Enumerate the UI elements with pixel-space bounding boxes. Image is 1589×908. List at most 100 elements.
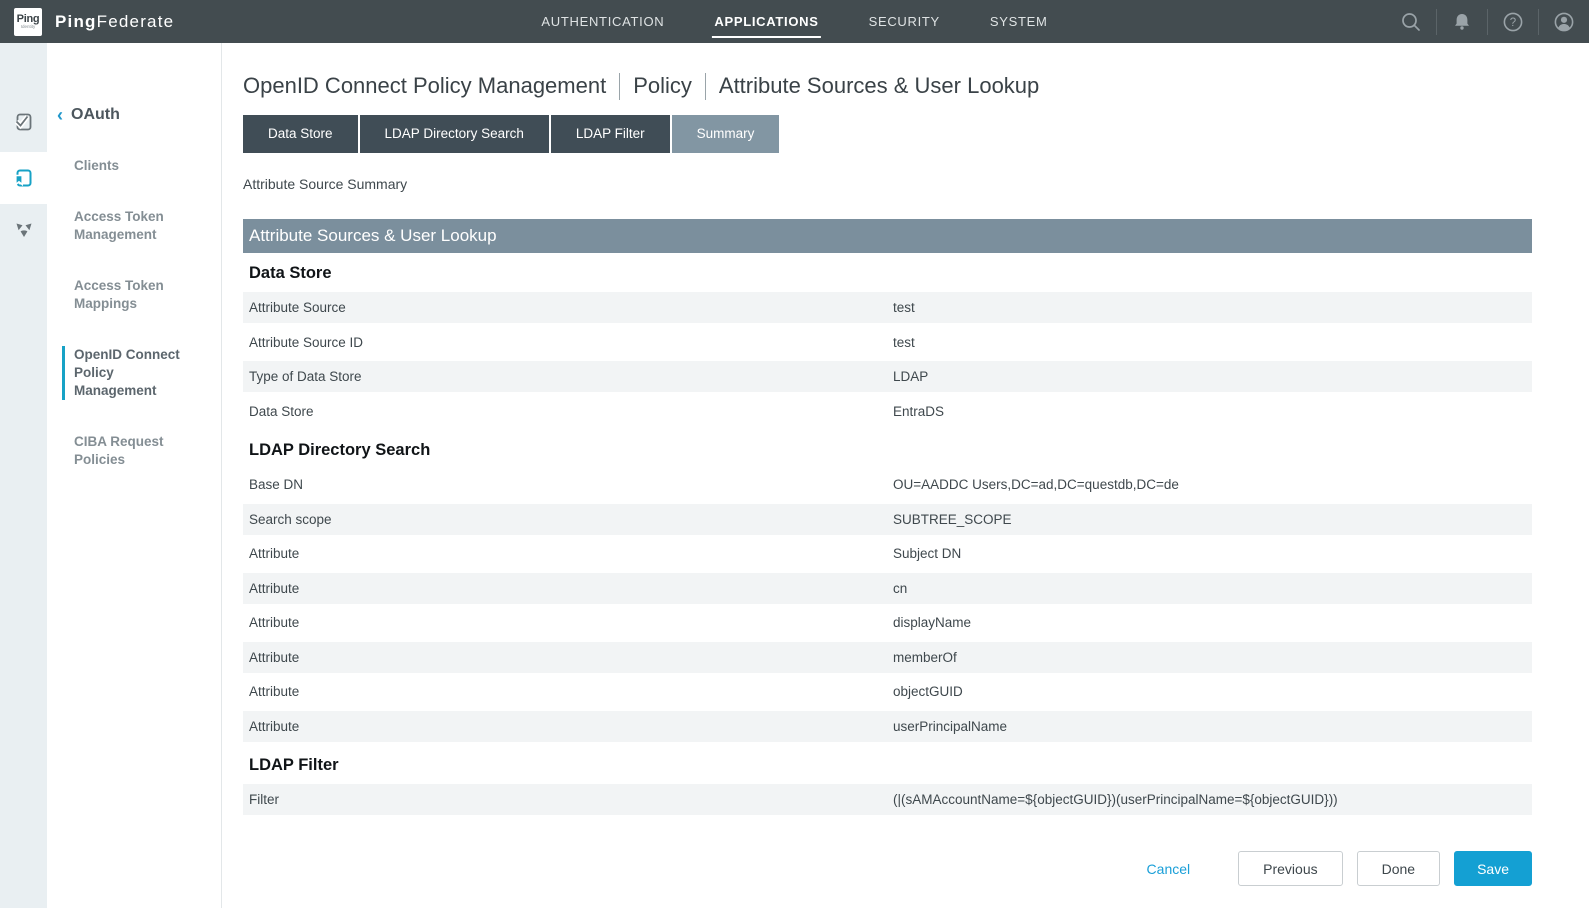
row-value: test <box>893 300 915 315</box>
row-label: Attribute Source ID <box>243 335 893 350</box>
row-label: Data Store <box>243 404 893 419</box>
mappings-icon[interactable] <box>0 204 47 256</box>
row-value: objectGUID <box>893 684 963 699</box>
section-ldap-filter: LDAP FilterFilter(|(sAMAccountName=${obj… <box>243 745 1532 815</box>
breadcrumb-divider <box>619 73 620 100</box>
save-button[interactable]: Save <box>1454 851 1532 886</box>
tab-summary[interactable]: Summary <box>672 115 780 153</box>
summary-label: Attribute Source Summary <box>243 176 1532 192</box>
brand: Ping Identity PingFederate <box>0 8 174 36</box>
divider <box>1436 9 1437 35</box>
notifications-icon[interactable] <box>1450 10 1474 34</box>
summary-row: AttributedisplayName <box>243 607 1532 638</box>
row-label: Attribute <box>243 719 893 734</box>
summary-row: Search scopeSUBTREE_SCOPE <box>243 504 1532 535</box>
row-label: Filter <box>243 792 893 807</box>
section-ldap-directory-search: LDAP Directory SearchBase DNOU=AADDC Use… <box>243 430 1532 742</box>
help-icon[interactable]: ? <box>1501 10 1525 34</box>
sidebar: ‹ OAuth Clients Access Token Management Ac… <box>0 43 222 908</box>
row-value: Subject DN <box>893 546 961 561</box>
row-label: Attribute Source <box>243 300 893 315</box>
row-value: SUBTREE_SCOPE <box>893 512 1012 527</box>
breadcrumb-part: OpenID Connect Policy Management <box>243 71 606 101</box>
nav-system[interactable]: SYSTEM <box>990 0 1048 43</box>
sidebar-item-access-token-mappings[interactable]: Access Token Mappings <box>62 277 197 313</box>
row-label: Attribute <box>243 581 893 596</box>
section-title: LDAP Directory Search <box>243 430 1532 469</box>
sidebar-item-openid-connect-policy-management[interactable]: OpenID Connect Policy Management <box>62 346 197 400</box>
app-title-rest: Federate <box>97 12 175 31</box>
search-icon[interactable] <box>1399 10 1423 34</box>
tab-data-store[interactable]: Data Store <box>243 115 358 153</box>
main-content: OpenID Connect Policy Management Policy At… <box>223 43 1589 908</box>
nav-authentication[interactable]: AUTHENTICATION <box>541 0 664 43</box>
back-label: OAuth <box>71 106 120 124</box>
row-value: userPrincipalName <box>893 719 1007 734</box>
back-to-oauth[interactable]: ‹ OAuth <box>57 106 221 124</box>
summary-row: Attribute Sourcetest <box>243 292 1532 323</box>
row-label: Base DN <box>243 477 893 492</box>
row-value: OU=AADDC Users,DC=ad,DC=questdb,DC=de <box>893 477 1179 492</box>
row-label: Type of Data Store <box>243 369 893 384</box>
page-title: OpenID Connect Policy Management Policy At… <box>243 71 1532 101</box>
row-value: EntraDS <box>893 404 944 419</box>
section-title: LDAP Filter <box>243 745 1532 784</box>
summary-row: AttributememberOf <box>243 642 1532 673</box>
summary-row: Data StoreEntraDS <box>243 396 1532 427</box>
chevron-left-icon: ‹ <box>57 107 63 123</box>
sidebar-items: Clients Access Token Management Access Tok… <box>47 157 221 469</box>
row-label: Search scope <box>243 512 893 527</box>
breadcrumb-part: Policy <box>633 71 692 101</box>
divider <box>1487 9 1488 35</box>
cancel-link[interactable]: Cancel <box>1147 861 1191 877</box>
sidebar-item-clients[interactable]: Clients <box>62 157 197 175</box>
footer-actions: Cancel Previous Done Save <box>243 851 1532 886</box>
row-value: cn <box>893 581 907 596</box>
summary-sections: Data StoreAttribute SourcetestAttribute … <box>243 253 1532 815</box>
access-token-icon[interactable] <box>0 152 47 204</box>
row-label: Attribute <box>243 615 893 630</box>
section-data-store: Data StoreAttribute SourcetestAttribute … <box>243 253 1532 427</box>
nav-applications[interactable]: APPLICATIONS <box>714 0 818 43</box>
summary-row: Attribute Source IDtest <box>243 327 1532 358</box>
tab-ldap-filter[interactable]: LDAP Filter <box>551 115 670 153</box>
wizard-tabs: Data StoreLDAP Directory SearchLDAP Filt… <box>243 115 1532 153</box>
logo-text: Ping <box>17 14 40 24</box>
icon-rail <box>0 43 47 908</box>
sidebar-item-access-token-management[interactable]: Access Token Management <box>62 208 197 244</box>
utility-icons: ? <box>1386 0 1589 43</box>
logo-subtext: Identity <box>21 24 36 29</box>
divider <box>1538 9 1539 35</box>
summary-row: Filter(|(sAMAccountName=${objectGUID})(u… <box>243 784 1532 815</box>
app-title-bold: Ping <box>55 12 97 31</box>
row-label: Attribute <box>243 650 893 665</box>
breadcrumb-part: Attribute Sources & User Lookup <box>719 71 1039 101</box>
done-button[interactable]: Done <box>1357 851 1440 886</box>
user-icon[interactable] <box>1552 10 1576 34</box>
summary-row: AttributeuserPrincipalName <box>243 711 1532 742</box>
section-rows: Base DNOU=AADDC Users,DC=ad,DC=questdb,D… <box>243 469 1532 742</box>
row-label: Attribute <box>243 546 893 561</box>
summary-row: AttributeSubject DN <box>243 538 1532 569</box>
section-rows: Attribute SourcetestAttribute Source IDt… <box>243 292 1532 427</box>
nav-security[interactable]: SECURITY <box>869 0 940 43</box>
previous-button[interactable]: Previous <box>1238 851 1342 886</box>
panel-title: Attribute Sources & User Lookup <box>243 219 1532 253</box>
summary-row: AttributeobjectGUID <box>243 676 1532 707</box>
primary-nav: AUTHENTICATION APPLICATIONS SECURITY SYSTEM <box>541 0 1047 43</box>
sidebar-item-ciba-request-policies[interactable]: CIBA Request Policies <box>62 433 197 469</box>
summary-row: Attributecn <box>243 573 1532 604</box>
summary-row: Base DNOU=AADDC Users,DC=ad,DC=questdb,D… <box>243 469 1532 500</box>
row-value: displayName <box>893 615 971 630</box>
top-nav-bar: Ping Identity PingFederate AUTHENTICATIO… <box>0 0 1589 43</box>
summary-row: Type of Data StoreLDAP <box>243 361 1532 392</box>
app-title: PingFederate <box>55 12 174 32</box>
section-rows: Filter(|(sAMAccountName=${objectGUID})(u… <box>243 784 1532 815</box>
tab-ldap-directory-search[interactable]: LDAP Directory Search <box>360 115 549 153</box>
row-value: LDAP <box>893 369 928 384</box>
row-value: test <box>893 335 915 350</box>
row-value: memberOf <box>893 650 957 665</box>
ping-logo[interactable]: Ping Identity <box>14 8 42 36</box>
svg-text:?: ? <box>1510 17 1516 29</box>
clients-icon[interactable] <box>0 96 47 148</box>
